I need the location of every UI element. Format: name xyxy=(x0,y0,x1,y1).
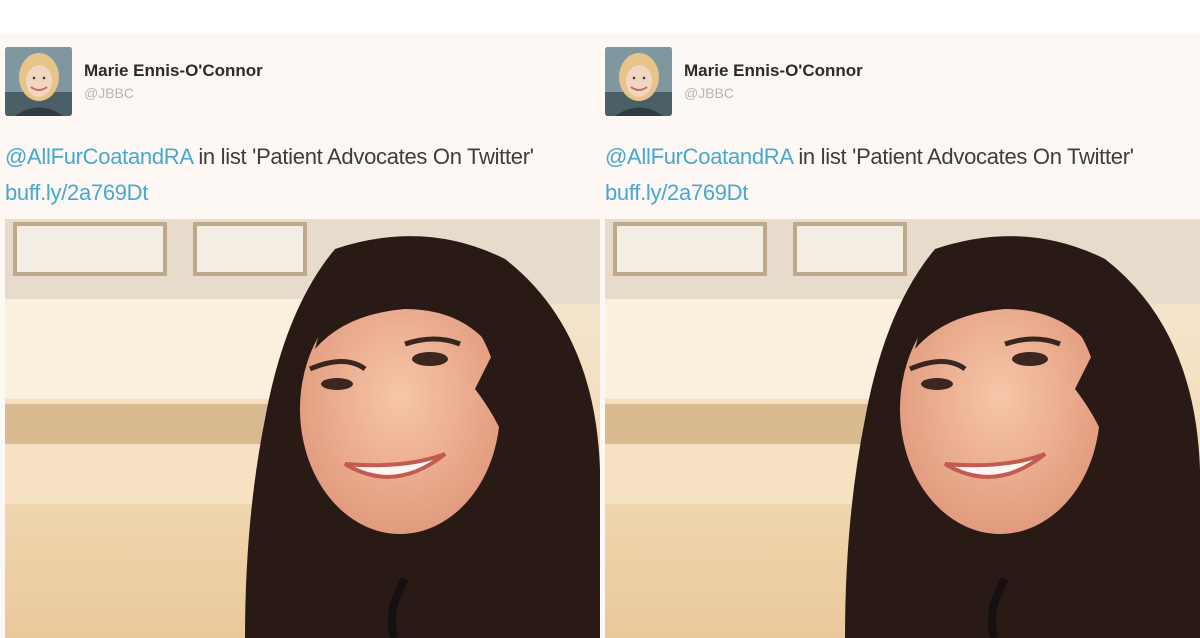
avatar-photo-icon xyxy=(5,47,72,116)
tweet-link[interactable]: buff.ly/2a769Dt xyxy=(605,180,748,206)
author-avatar[interactable] xyxy=(5,47,72,116)
mention-link[interactable]: @AllFurCoatandRA xyxy=(605,144,793,169)
author-handle[interactable]: @JBBC xyxy=(84,85,134,101)
author-avatar[interactable] xyxy=(605,47,672,116)
avatar-photo-icon xyxy=(605,47,672,116)
author-handle[interactable]: @JBBC xyxy=(684,85,734,101)
selfie-photo-icon xyxy=(5,219,600,638)
tweet-text: @AllFurCoatandRA in list 'Patient Advoca… xyxy=(5,144,534,170)
tweet-text: @AllFurCoatandRA in list 'Patient Advoca… xyxy=(605,144,1134,170)
author-name[interactable]: Marie Ennis-O'Connor xyxy=(684,61,863,81)
tweet-card-left: Marie Ennis-O'Connor @JBBC @AllFurCoatan… xyxy=(0,33,600,638)
tweet-photo[interactable] xyxy=(605,219,1200,638)
tweet-photo[interactable] xyxy=(5,219,600,638)
tweet-text-rest: in list 'Patient Advocates On Twitter' xyxy=(192,144,534,169)
selfie-photo-icon xyxy=(605,219,1200,638)
tweet-text-rest: in list 'Patient Advocates On Twitter' xyxy=(792,144,1134,169)
mention-link[interactable]: @AllFurCoatandRA xyxy=(5,144,193,169)
tweet-card-right: Marie Ennis-O'Connor @JBBC @AllFurCoatan… xyxy=(600,33,1200,638)
tweet-link[interactable]: buff.ly/2a769Dt xyxy=(5,180,148,206)
author-name[interactable]: Marie Ennis-O'Connor xyxy=(84,61,263,81)
